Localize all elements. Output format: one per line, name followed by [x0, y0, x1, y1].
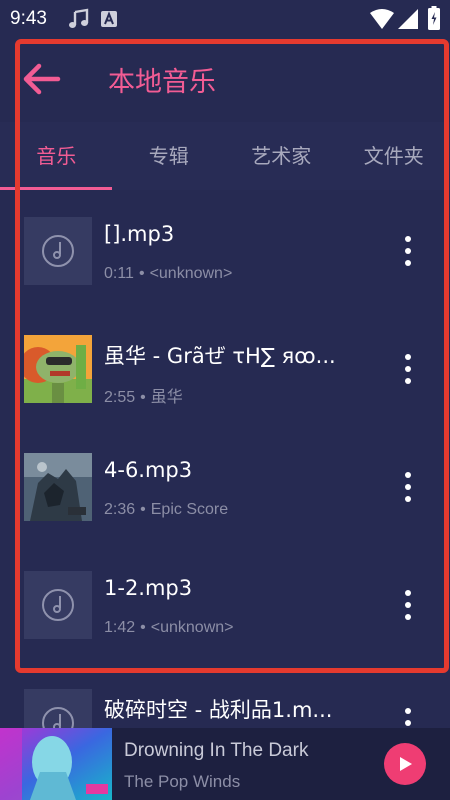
list-item[interactable]: [].mp3 0:11 • <unknown>	[0, 192, 450, 310]
song-duration: 0:11	[104, 265, 134, 282]
status-bar: 9:43	[0, 0, 450, 36]
music-disc-icon	[24, 217, 92, 285]
back-button[interactable]	[22, 62, 62, 96]
more-options-button[interactable]	[396, 234, 420, 268]
battery-icon	[428, 6, 440, 35]
font-a-icon	[100, 10, 118, 33]
album-art	[24, 453, 92, 521]
song-artist: <unknown>	[149, 265, 233, 282]
meta-separator: •	[140, 501, 146, 518]
tab-label: 艺术家	[251, 143, 312, 168]
tab-label: 文件夹	[363, 143, 424, 168]
mini-player[interactable]: Drowning In The Dark The Pop Winds	[0, 728, 450, 800]
song-meta: 2:55 • 虽华	[104, 383, 183, 407]
music-disc-icon	[24, 571, 92, 639]
song-title: 破碎时空 - 战利品1.m...	[104, 698, 333, 722]
more-options-button[interactable]	[396, 470, 420, 504]
tab-music[interactable]: 音乐	[0, 122, 113, 190]
now-playing-art	[0, 728, 112, 800]
list-item[interactable]: 4-6.mp3 2:36 • Epic Score	[0, 428, 450, 546]
song-duration: 2:55	[104, 389, 136, 406]
song-title: 虽华 - Grãぜ τΗ∑ яꝏ...	[104, 344, 336, 368]
tab-bar: 音乐 专辑 艺术家 文件夹	[0, 122, 450, 190]
list-item[interactable]: 虽华 - Grãぜ τΗ∑ яꝏ... 2:55 • 虽华	[0, 310, 450, 428]
song-meta: 0:11 • <unknown>	[104, 265, 232, 283]
song-artist: 虽华	[150, 389, 183, 406]
tab-indicator	[0, 187, 112, 190]
song-meta: 1:42 • <unknown>	[104, 619, 233, 637]
song-artist: <unknown>	[150, 619, 234, 636]
tab-label: 专辑	[148, 143, 189, 168]
tab-artists[interactable]: 艺术家	[225, 122, 338, 190]
tab-folders[interactable]: 文件夹	[338, 122, 450, 190]
page-title: 本地音乐	[108, 67, 216, 98]
more-options-button[interactable]	[396, 588, 420, 622]
tab-albums[interactable]: 专辑	[113, 122, 226, 190]
tab-label: 音乐	[36, 143, 77, 168]
now-playing-artist: The Pop Winds	[124, 772, 241, 791]
song-duration: 2:36	[104, 501, 136, 518]
wifi-icon	[370, 9, 394, 34]
song-duration: 1:42	[104, 619, 136, 636]
song-title: 1-2.mp3	[104, 576, 193, 600]
song-artist: Epic Score	[150, 501, 229, 518]
meta-separator: •	[140, 389, 146, 406]
album-art	[24, 335, 92, 403]
song-title: 4-6.mp3	[104, 458, 193, 482]
music-disc-icon	[24, 689, 92, 728]
song-list: [].mp3 0:11 • <unknown> 虽华 - Grãぜ τΗ∑ яꝏ..…	[0, 192, 450, 728]
status-time: 9:43	[10, 8, 47, 29]
meta-separator: •	[138, 265, 145, 282]
meta-separator: •	[140, 619, 146, 636]
now-playing-title: Drowning In The Dark	[124, 740, 309, 761]
arrow-left-icon	[23, 63, 61, 95]
list-item[interactable]: 破碎时空 - 战利品1.m...	[0, 664, 450, 728]
music-note-icon	[68, 8, 90, 35]
signal-icon	[398, 9, 418, 34]
more-options-button[interactable]	[396, 706, 420, 728]
list-item[interactable]: 1-2.mp3 1:42 • <unknown>	[0, 546, 450, 664]
song-title: [].mp3	[104, 222, 175, 246]
play-icon	[400, 757, 412, 771]
app-header: 本地音乐	[0, 36, 450, 120]
song-meta: 2:36 • Epic Score	[104, 501, 228, 519]
more-options-button[interactable]	[396, 352, 420, 386]
play-button[interactable]	[384, 743, 426, 785]
